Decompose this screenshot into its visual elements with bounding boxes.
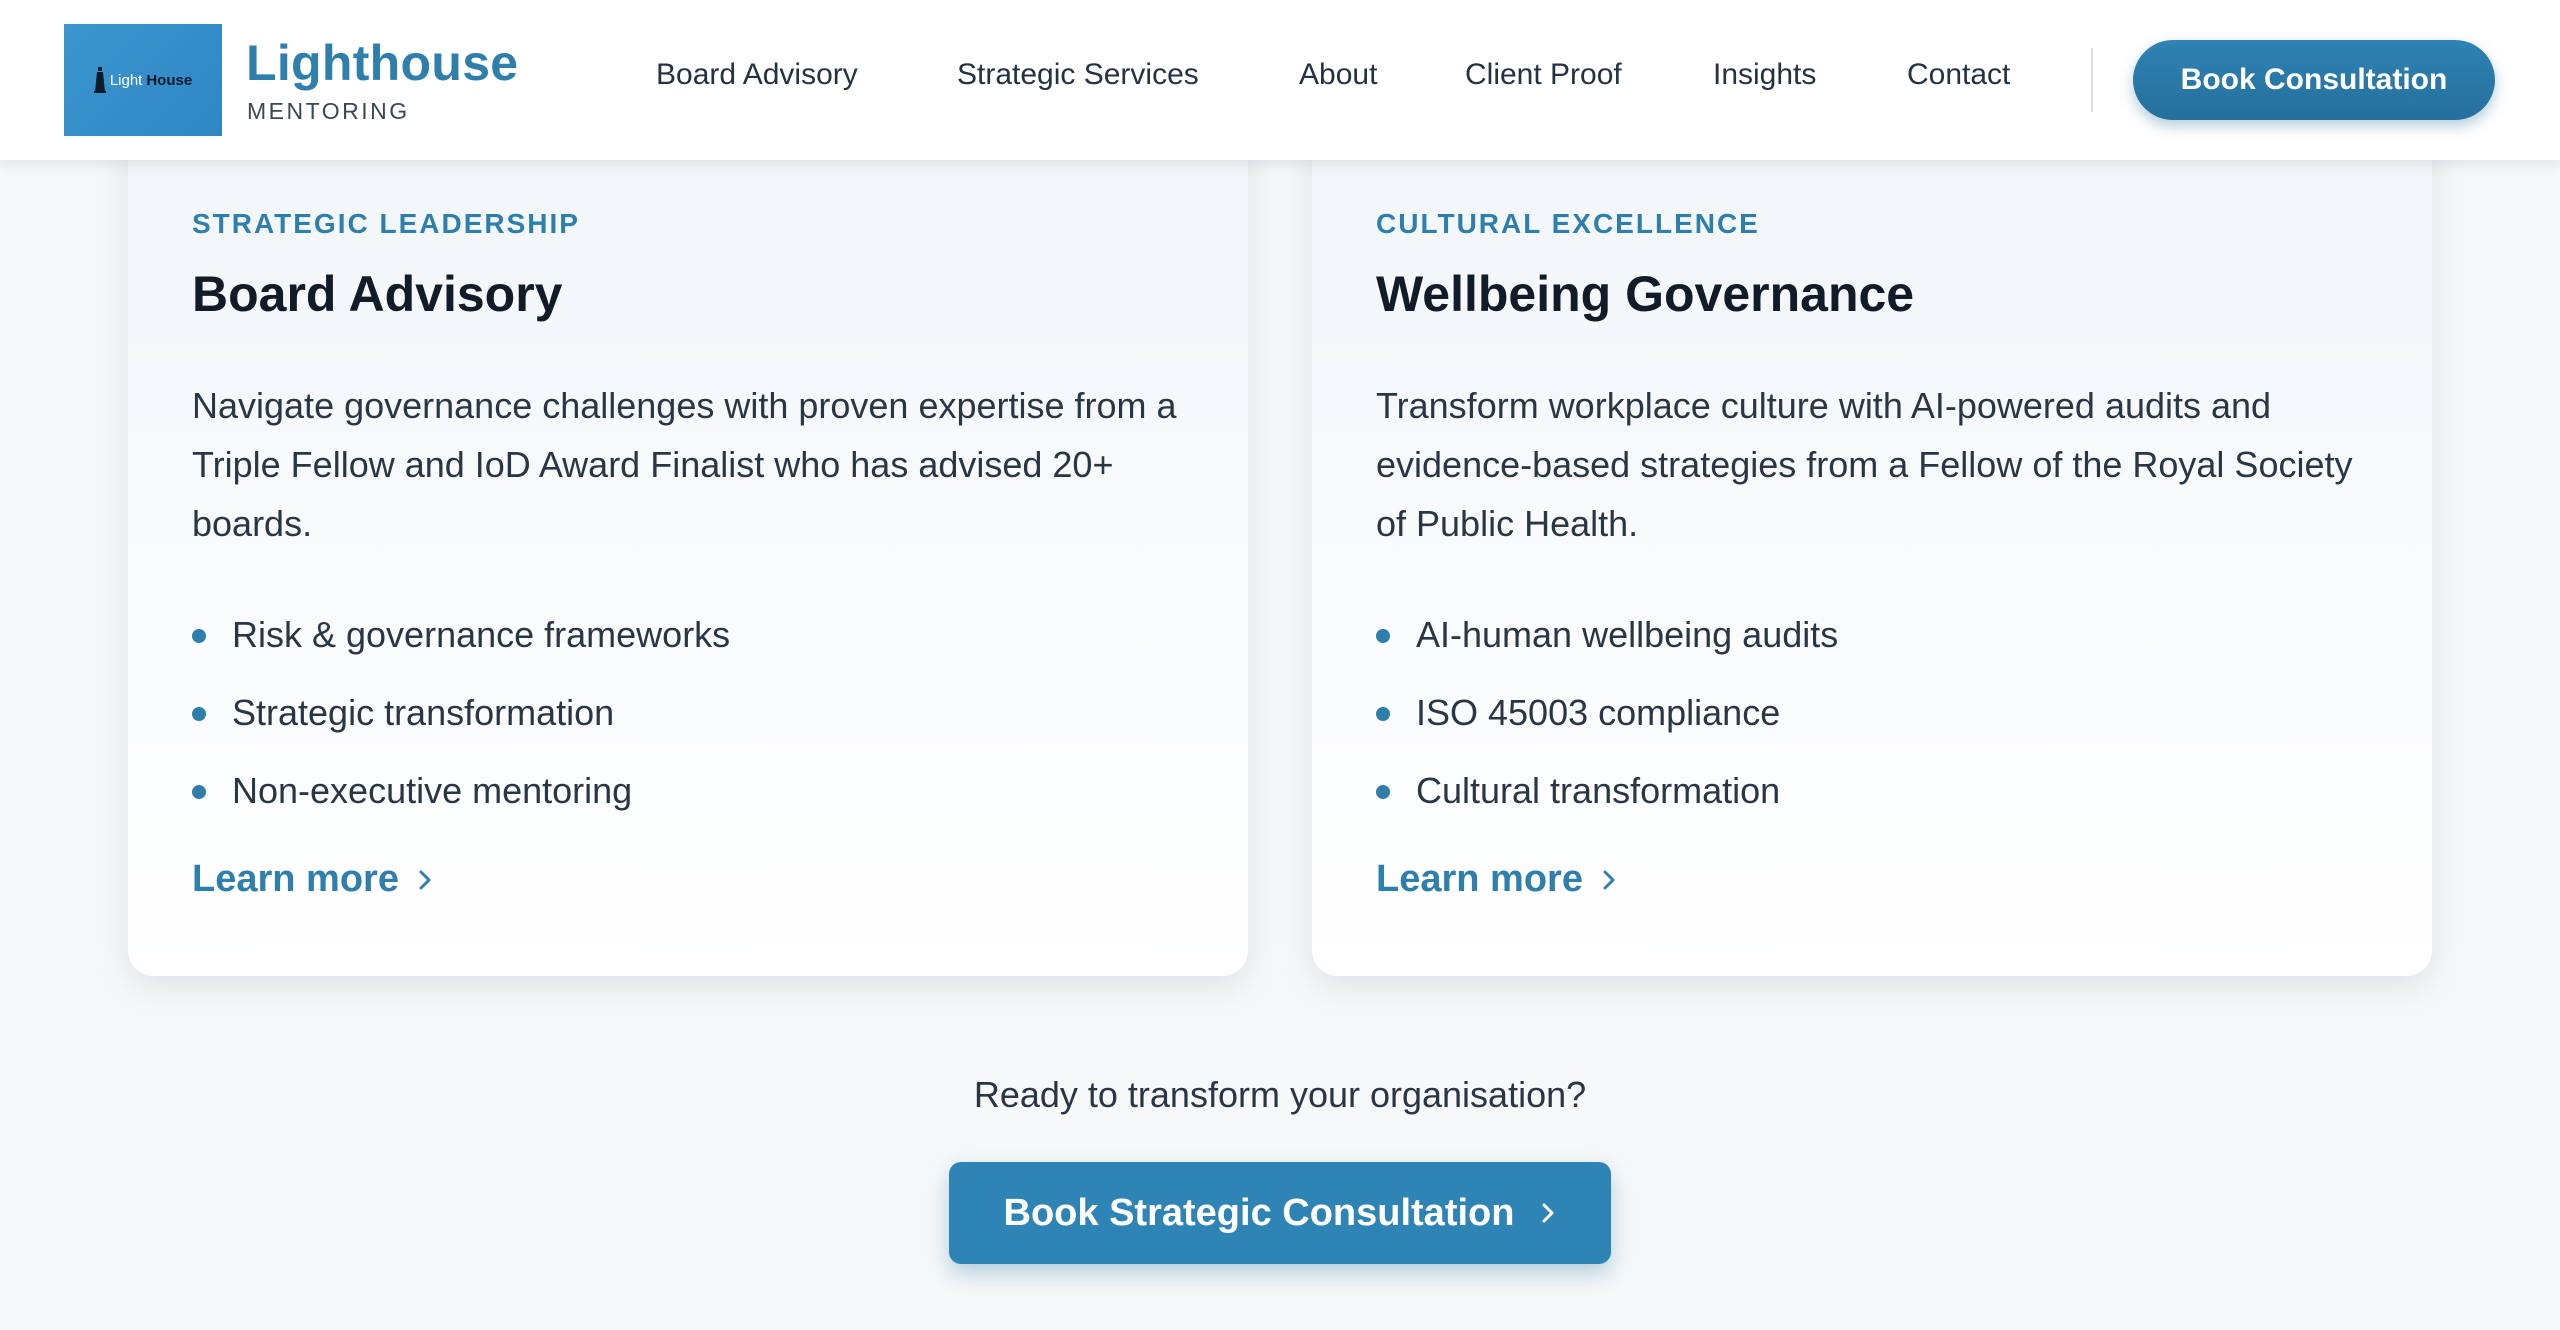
feature-item: Cultural transformation: [1376, 752, 1838, 830]
feature-label: Non-executive mentoring: [232, 770, 633, 811]
bullet-icon: [192, 629, 206, 643]
learn-more-link-wellbeing-governance[interactable]: Learn more: [1376, 858, 1617, 901]
bullet-icon: [192, 785, 206, 799]
site-header: Light House Lighthouse MENTORING Board Ad…: [0, 0, 2560, 160]
feature-list: AI-human wellbeing audits ISO 45003 comp…: [1376, 596, 1838, 830]
bullet-icon: [1376, 785, 1390, 799]
service-card-wellbeing-governance: CULTURAL EXCELLENCE Wellbeing Governance…: [1312, 120, 2432, 976]
logo-text-bold: House: [146, 71, 193, 89]
logo-text-light: Light: [109, 71, 143, 89]
bullet-icon: [192, 707, 206, 721]
card-description: Transform workplace culture with AI-powe…: [1376, 385, 2353, 544]
nav-about[interactable]: About: [1299, 58, 1377, 92]
nav-strategic-services[interactable]: Strategic Services: [957, 58, 1199, 92]
learn-more-link-board-advisory[interactable]: Learn more: [192, 858, 433, 901]
feature-label: AI-human wellbeing audits: [1416, 614, 1839, 655]
service-card-board-advisory: STRATEGIC LEADERSHIP Board Advisory Navi…: [128, 120, 1248, 976]
chevron-right-icon: [1542, 1203, 1554, 1223]
nav-contact[interactable]: Contact: [1907, 58, 2010, 92]
bullet-icon: [1376, 629, 1390, 643]
nav-divider: [2091, 48, 2093, 112]
learn-more-label: Learn more: [1376, 858, 1583, 900]
chevron-right-icon: [1603, 870, 1615, 889]
card-eyebrow: CULTURAL EXCELLENCE: [1376, 208, 1760, 239]
book-consultation-button[interactable]: Book Consultation: [2133, 40, 2495, 120]
logo[interactable]: Light House: [64, 24, 222, 136]
card-eyebrow: STRATEGIC LEADERSHIP: [192, 208, 580, 239]
lighthouse-icon: [93, 67, 106, 93]
brand-title[interactable]: Lighthouse: [246, 34, 518, 92]
feature-label: Risk & governance frameworks: [232, 614, 731, 655]
feature-label: ISO 45003 compliance: [1416, 692, 1781, 733]
feature-item: AI-human wellbeing audits: [1376, 596, 1838, 674]
brand-subtitle: MENTORING: [247, 98, 410, 124]
feature-label: Strategic transformation: [232, 692, 615, 733]
feature-item: Strategic transformation: [192, 674, 730, 752]
feature-label: Cultural transformation: [1416, 770, 1781, 811]
card-title: Wellbeing Governance: [1376, 266, 1915, 322]
card-description: Navigate governance challenges with prov…: [192, 385, 1177, 544]
page: Light House Lighthouse MENTORING Board Ad…: [0, 0, 2560, 1330]
learn-more-label: Learn more: [192, 858, 399, 900]
chevron-right-icon: [419, 870, 431, 889]
nav-client-proof[interactable]: Client Proof: [1465, 58, 1622, 92]
bullet-icon: [1376, 707, 1390, 721]
book-strategic-consultation-button[interactable]: Book Strategic Consultation: [949, 1162, 1611, 1264]
nav-insights[interactable]: Insights: [1713, 58, 1816, 92]
card-title: Board Advisory: [192, 266, 563, 322]
feature-item: ISO 45003 compliance: [1376, 674, 1838, 752]
cta-prompt: Ready to transform your organisation?: [973, 1074, 1587, 1115]
feature-item: Risk & governance frameworks: [192, 596, 730, 674]
cta-button-label: Book Strategic Consultation: [1003, 1191, 1515, 1234]
logo-mark: Light House: [93, 67, 193, 93]
nav-board-advisory[interactable]: Board Advisory: [656, 58, 858, 92]
feature-item: Non-executive mentoring: [192, 752, 730, 830]
feature-list: Risk & governance frameworks Strategic t…: [192, 596, 730, 830]
